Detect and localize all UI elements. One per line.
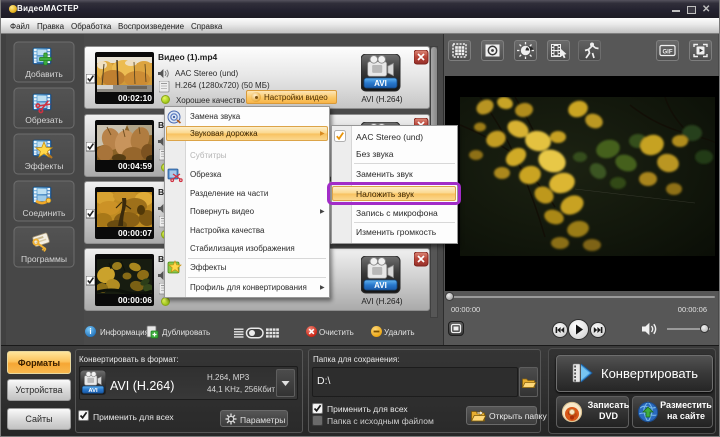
svg-text:GIF: GIF — [663, 50, 673, 56]
svg-text:Обрезать: Обрезать — [25, 115, 63, 125]
svg-text:Соединить: Соединить — [23, 208, 66, 218]
svg-text:Добавить: Добавить — [25, 69, 63, 79]
svg-text:AVI: AVI — [88, 388, 98, 394]
svg-text:Эффекты: Эффекты — [25, 161, 64, 171]
svg-text:Программы: Программы — [21, 254, 67, 264]
